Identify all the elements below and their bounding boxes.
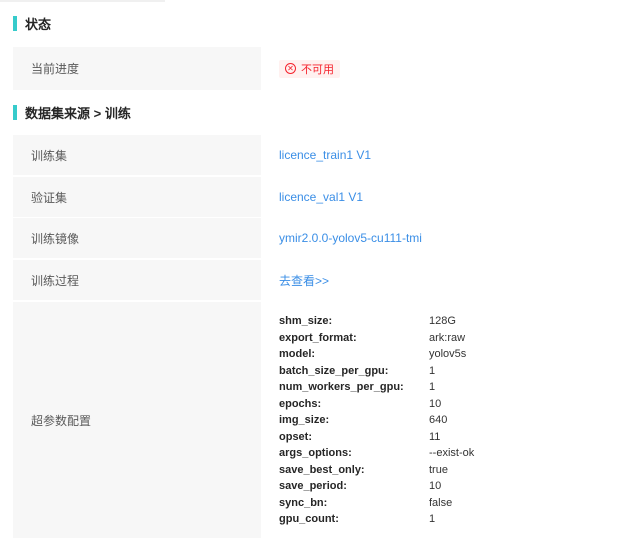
hyperparam-key: export_format: <box>279 331 357 344</box>
hyperparam-key: img_size: <box>279 414 330 426</box>
progress-label: 当前进度 <box>13 47 261 90</box>
hyperparam-item: model: yolov5s <box>279 346 474 363</box>
hyperparam-key: shm_size: <box>279 315 333 327</box>
train-set-row: 训练集 licence_train1 V1 <box>13 135 620 175</box>
train-set-link[interactable]: licence_train1 V1 <box>279 148 371 162</box>
hyperparam-item: opset: 11 <box>279 428 474 445</box>
hyperparam-key: num_workers_per_gpu: <box>279 381 404 393</box>
hyperparams-list: shm_size: 128G export_format: ark:raw model:… <box>279 313 474 528</box>
hyperparam-value: --exist-ok <box>429 447 475 459</box>
hyperparam-item: shm_size: 128G <box>279 313 474 330</box>
status-section-title: 状态 <box>13 15 52 32</box>
hyperparam-item: num_workers_per_gpu: 1 <box>279 379 474 396</box>
train-process-row: 训练过程 去查看>> <box>13 260 620 300</box>
hyperparam-key: args_options: <box>279 447 352 459</box>
val-set-label: 验证集 <box>13 177 261 217</box>
hyperparam-key: opset: <box>279 430 312 443</box>
hyperparam-item: save_period: 10 <box>279 478 474 495</box>
top-divider <box>0 0 165 2</box>
hyperparam-item: epochs: 10 <box>279 395 474 412</box>
train-image-label: 训练镜像 <box>13 218 261 258</box>
train-image-row: 训练镜像 ymir2.0.0-yolov5-cu111-tmi <box>13 218 620 258</box>
section-accent-bar <box>13 104 17 120</box>
status-badge: ✕ 不可用 <box>279 59 340 78</box>
section-accent-bar <box>13 15 17 31</box>
dataset-title-text: 数据集来源 > 训练 <box>25 105 131 121</box>
hyperparam-key: batch_size_per_gpu: <box>279 364 389 377</box>
status-title-text: 状态 <box>25 16 52 32</box>
hyperparam-value: 11 <box>429 430 441 443</box>
close-circle-icon: ✕ <box>285 63 296 74</box>
hyperparam-item: save_best_only: true <box>279 461 474 478</box>
hyperparams-label: 超参数配置 <box>13 302 261 538</box>
hyperparam-value: 128G <box>429 315 456 327</box>
train-process-label: 训练过程 <box>13 260 261 300</box>
hyperparam-value: yolov5s <box>429 348 467 360</box>
hyperparam-item: sync_bn: false <box>279 494 474 511</box>
hyperparam-value: 10 <box>429 397 442 410</box>
hyperparam-value: 1 <box>429 513 436 525</box>
dataset-section-title: 数据集来源 > 训练 <box>13 104 131 121</box>
status-badge-text: 不可用 <box>301 63 334 76</box>
train-image-link[interactable]: ymir2.0.0-yolov5-cu111-tmi <box>279 231 422 245</box>
val-set-link[interactable]: licence_val1 V1 <box>279 190 363 204</box>
progress-row: 当前进度 ✕ 不可用 <box>13 47 620 90</box>
hyperparam-value: 640 <box>429 414 448 426</box>
progress-value: ✕ 不可用 <box>261 47 620 90</box>
hyperparam-key: epochs: <box>279 397 322 410</box>
hyperparam-value: ark:raw <box>429 331 466 344</box>
hyperparam-value: true <box>429 463 448 476</box>
hyperparam-item: gpu_count: 1 <box>279 511 474 528</box>
hyperparam-value: 10 <box>429 480 442 492</box>
hyperparam-value: 1 <box>429 364 436 377</box>
hyperparam-value: 1 <box>429 381 436 393</box>
hyperparams-row: 超参数配置 shm_size: 128G export_format: ark:raw… <box>13 302 620 538</box>
hyperparam-item: batch_size_per_gpu: 1 <box>279 362 474 379</box>
hyperparam-key: model: <box>279 348 316 360</box>
train-set-label: 训练集 <box>13 135 261 175</box>
hyperparam-key: save_best_only: <box>279 463 365 476</box>
hyperparam-item: args_options: --exist-ok <box>279 445 474 462</box>
hyperparam-key: save_period: <box>279 480 347 492</box>
view-process-link[interactable]: 去查看>> <box>279 272 329 289</box>
hyperparam-item: export_format: ark:raw <box>279 329 474 346</box>
hyperparam-item: img_size: 640 <box>279 412 474 429</box>
val-set-row: 验证集 licence_val1 V1 <box>13 177 620 217</box>
hyperparam-key: gpu_count: <box>279 513 339 525</box>
hyperparam-key: sync_bn: <box>279 496 328 509</box>
hyperparam-value: false <box>429 496 453 509</box>
